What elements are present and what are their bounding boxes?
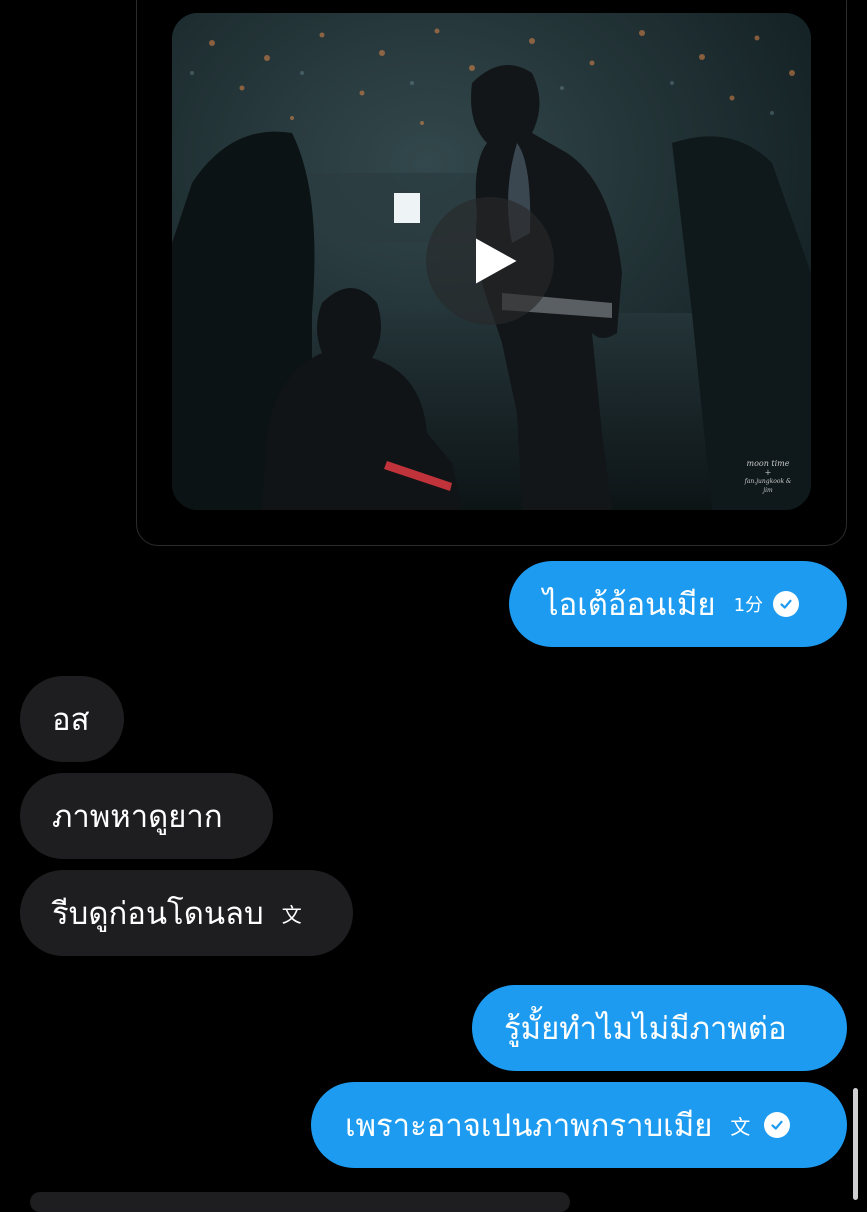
incoming-message[interactable]: รีบดูก่อนโดนลบ 文 [20, 870, 353, 956]
next-message-edge [30, 1192, 570, 1212]
message-meta [764, 1112, 791, 1138]
watermark-line-2: + [764, 468, 772, 477]
message-text: ไอเต้อ้อนเมีย [543, 587, 716, 623]
outgoing-message[interactable]: ไอเต้อ้อนเมีย 1分 [509, 561, 847, 647]
translated-icon: 文 [730, 1114, 751, 1139]
read-check-icon [773, 591, 800, 617]
incoming-message[interactable]: อส [20, 676, 124, 762]
message-text: ภาพหาดูยาก [52, 799, 223, 835]
message-text: รู้มั้ยทำไมไม่มีภาพต่อ [504, 1011, 787, 1047]
watermark-line-3: fan.jungkook & jim [744, 478, 792, 494]
watermark: moon time + fan.jungkook & jim [744, 459, 792, 495]
video-thumbnail[interactable]: moon time + fan.jungkook & jim [172, 13, 811, 510]
message-meta: 1分 [733, 591, 800, 617]
read-check-icon [764, 1112, 791, 1138]
outgoing-message[interactable]: รู้มั้ยทำไมไม่มีภาพต่อ [472, 985, 847, 1071]
scrollbar[interactable] [853, 1088, 858, 1200]
outgoing-message[interactable]: เพราะอาจเปนภาพกราบเมีย 文 [311, 1082, 847, 1168]
message-time: 1分 [733, 595, 764, 616]
watermark-line-1: moon time [746, 459, 790, 468]
incoming-message[interactable]: ภาพหาดูยาก [20, 773, 273, 859]
play-icon [476, 238, 517, 284]
message-text: อส [52, 702, 90, 738]
message-text: รีบดูก่อนโดนลบ [52, 896, 264, 932]
play-button[interactable] [426, 197, 554, 325]
translated-icon: 文 [281, 902, 302, 927]
message-text: เพราะอาจเปนภาพกราบเมีย [345, 1108, 713, 1144]
